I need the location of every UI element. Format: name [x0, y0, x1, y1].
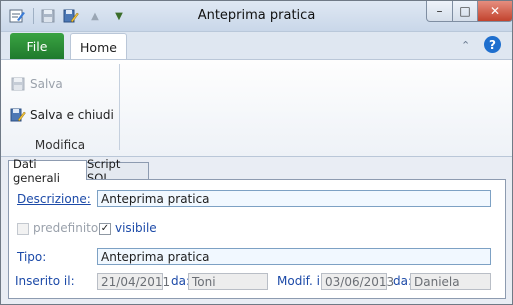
ribbon-panel: Salva Salva e chiudi Modifica	[1, 59, 512, 157]
tab-file[interactable]: File	[10, 33, 64, 59]
visibile-label: visibile	[115, 221, 157, 235]
save-icon	[10, 76, 26, 92]
save-button-label: Salva	[30, 77, 63, 91]
save-edit-icon	[10, 107, 26, 123]
ribbon-group-label: Modifica	[34, 138, 86, 152]
save-and-close-label: Salva e chiudi	[30, 108, 114, 122]
ribbon-tab-bar: File Home ⌃ ?	[1, 32, 512, 60]
ribbon-group-separator	[119, 64, 120, 150]
close-button[interactable]: ✕	[477, 1, 512, 22]
tipo-input[interactable]: Anteprima pratica	[97, 248, 491, 265]
inserito-label: Inserito il:	[15, 274, 75, 288]
visibile-checkbox[interactable]: ✓	[99, 223, 111, 235]
modif-date-field[interactable]: 03/06/2013	[321, 273, 394, 290]
descrizione-input[interactable]: Anteprima pratica	[97, 190, 491, 207]
minimize-button[interactable]: –	[426, 1, 453, 22]
maximize-button[interactable]: □	[452, 1, 478, 22]
predefinito-label: predefinito	[33, 221, 99, 235]
inserito-date-field[interactable]: 21/04/2011	[97, 273, 170, 290]
save-button[interactable]: Salva	[10, 74, 63, 94]
application-window: ▲ ▼ Anteprima pratica – □ ✕ File Home ⌃ …	[0, 0, 513, 305]
tab-script-sql[interactable]: Script SQL	[82, 157, 149, 185]
collapse-ribbon-icon[interactable]: ⌃	[461, 39, 470, 52]
tab-home[interactable]: Home	[70, 33, 127, 60]
tipo-label: Tipo:	[17, 250, 47, 264]
modif-da-field[interactable]: Daniela	[410, 273, 491, 290]
tab-dati-generali[interactable]: Dati generali	[8, 157, 87, 185]
save-and-close-button[interactable]: Salva e chiudi	[10, 105, 114, 125]
title-bar: ▲ ▼ Anteprima pratica – □ ✕	[1, 1, 512, 32]
help-icon[interactable]: ?	[484, 36, 501, 53]
predefinito-checkbox[interactable]	[17, 223, 29, 235]
modif-label: Modif. il:	[277, 274, 328, 288]
inserito-da-field[interactable]: Toni	[188, 273, 268, 290]
descrizione-label: Descrizione:	[17, 192, 91, 206]
